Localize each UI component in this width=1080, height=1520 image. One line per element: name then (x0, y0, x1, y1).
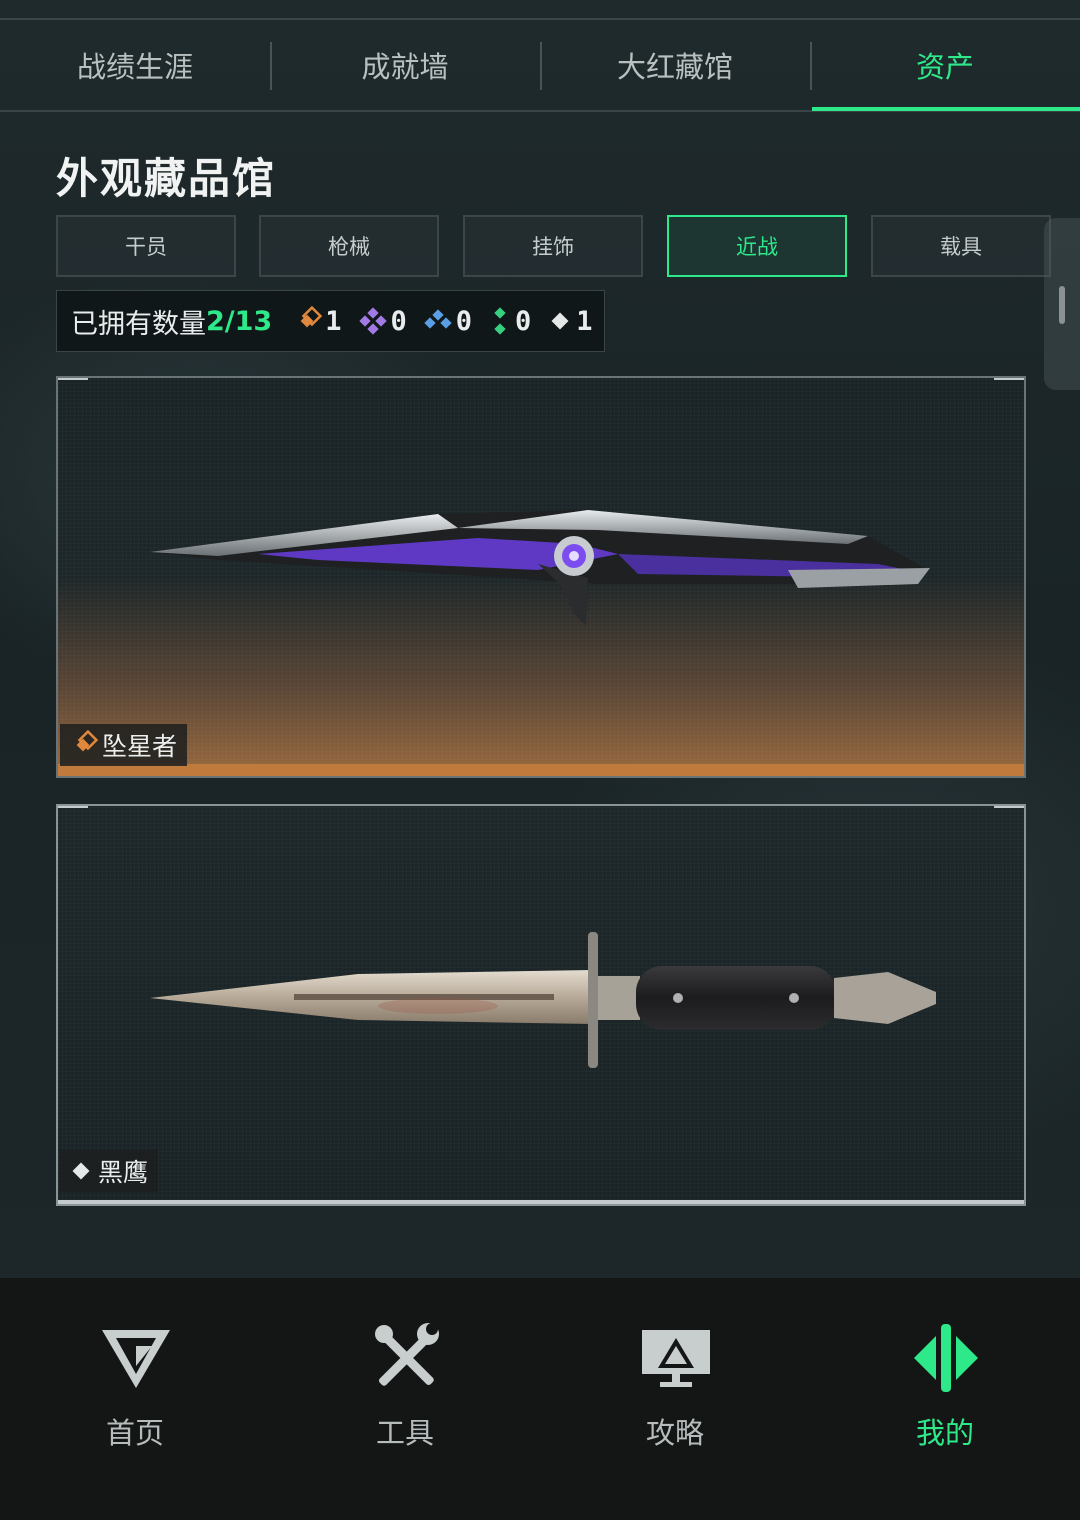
active-tab-indicator (812, 107, 1080, 111)
category-vehicles[interactable]: 载具 (871, 215, 1051, 277)
home-icon (102, 1330, 170, 1388)
nav-label: 我的 (915, 1416, 974, 1450)
purple-rarity-icon (358, 307, 387, 335)
rarity-white: 1 (547, 306, 593, 337)
black-hawk-knife-image (150, 932, 936, 1068)
nav-label: 攻略 (645, 1416, 704, 1450)
rarity-blue: 0 (423, 306, 472, 337)
rarity-strip (58, 764, 1024, 776)
orange-rarity-icon (300, 306, 323, 328)
item-name: 黑鹰 (98, 1158, 149, 1187)
scroll-thumb[interactable] (1059, 286, 1065, 324)
side-scroll-handle[interactable] (1044, 218, 1080, 390)
rarity-purple: 0 (358, 306, 407, 337)
nav-label: 工具 (375, 1416, 434, 1450)
nav-tools[interactable]: 工具 (270, 1278, 540, 1520)
orange-rarity-icon (76, 730, 98, 752)
guide-icon (642, 1330, 710, 1387)
tab-assets[interactable]: 资产 (810, 20, 1080, 110)
tab-achievements[interactable]: 成就墙 (270, 20, 540, 110)
page-title: 外观藏品馆 (56, 154, 277, 203)
white-rarity-icon (72, 1162, 90, 1180)
category-melee[interactable]: 近战 (667, 215, 847, 277)
blue-rarity-icon (424, 309, 452, 329)
tools-icon (375, 1323, 439, 1386)
owned-count: 2/13 (206, 305, 273, 337)
owned-count-bar: 已拥有数量 2/13 1 0 0 0 1 (56, 290, 605, 352)
item-name-tag: 黑鹰 (60, 1150, 159, 1192)
weapon-card[interactable]: 坠星者 (56, 376, 1026, 778)
tab-career[interactable]: 战绩生涯 (0, 20, 270, 110)
tab-red-collection[interactable]: 大红藏馆 (540, 20, 810, 110)
owned-label: 已拥有数量 (71, 308, 206, 340)
rarity-orange: 1 (292, 306, 342, 337)
category-charms[interactable]: 挂饰 (463, 215, 643, 277)
nav-profile[interactable]: 我的 (810, 1278, 1080, 1520)
nav-label: 首页 (105, 1416, 164, 1450)
item-name: 坠星者 (102, 732, 178, 761)
nav-guide[interactable]: 攻略 (540, 1278, 810, 1520)
white-rarity-icon (551, 312, 569, 330)
category-operators[interactable]: 干员 (56, 215, 236, 277)
top-tab-bar: 战绩生涯 成就墙 大红藏馆 资产 (0, 20, 1080, 112)
category-guns[interactable]: 枪械 (259, 215, 439, 277)
starfall-dagger-image (150, 510, 930, 626)
green-rarity-icon (494, 307, 506, 335)
item-name-tag: 坠星者 (60, 724, 188, 766)
weapon-card[interactable]: 黑鹰 (56, 804, 1026, 1206)
profile-icon (914, 1324, 978, 1392)
rarity-strip (58, 1200, 1024, 1204)
bottom-nav: 首页 工具 攻略 我的 (0, 1278, 1080, 1520)
nav-home[interactable]: 首页 (0, 1278, 270, 1520)
rarity-green: 0 (488, 306, 531, 337)
